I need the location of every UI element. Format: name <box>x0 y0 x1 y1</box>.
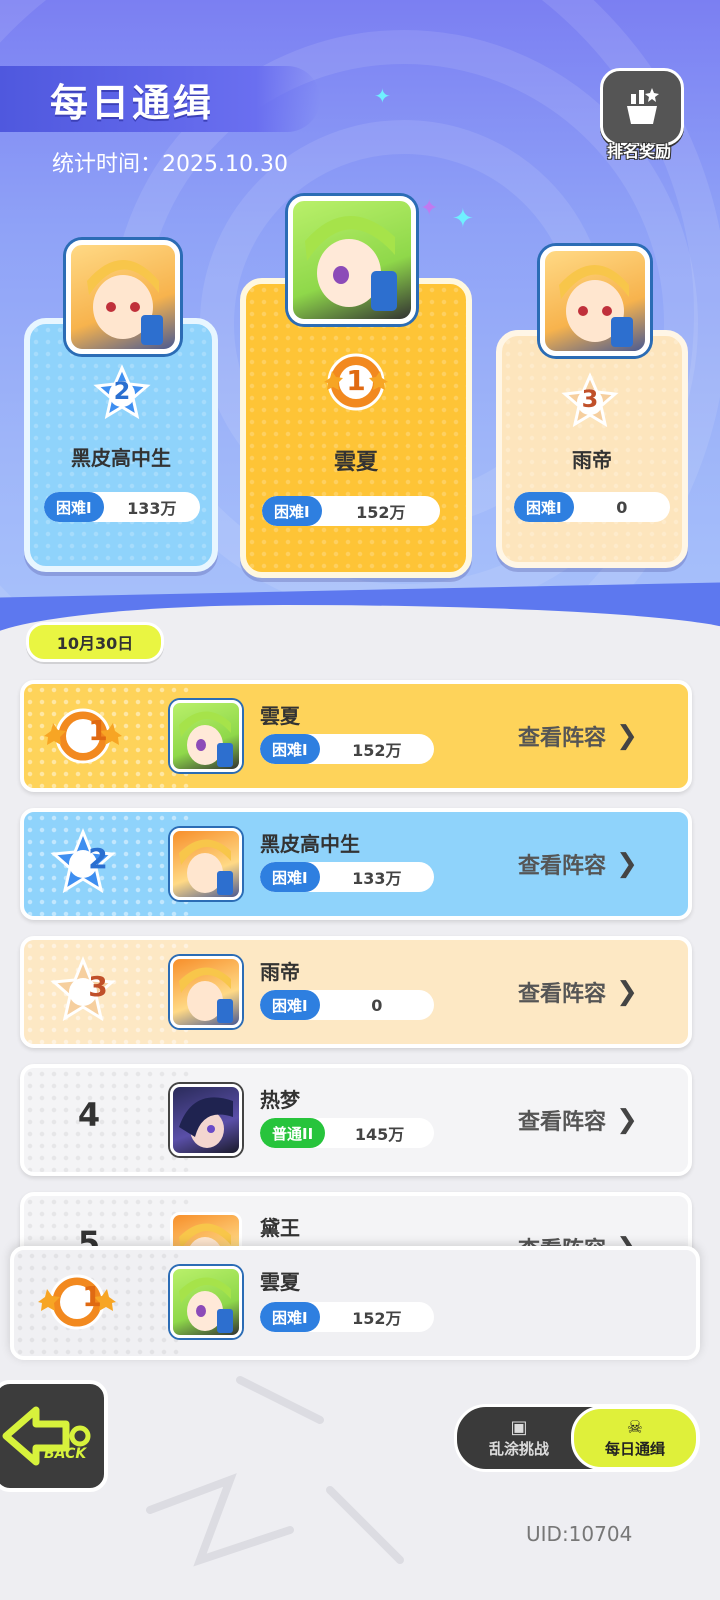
score-pill: 困难I 152万 <box>262 496 440 526</box>
player-name: 黑皮高中生 <box>260 832 360 856</box>
difficulty-tag: 困难I <box>514 492 574 522</box>
player-avatar[interactable] <box>66 240 180 354</box>
rank-number: 4 <box>77 1096 101 1134</box>
background-scribble <box>146 1376 404 1567</box>
player-avatar[interactable] <box>170 700 242 772</box>
player-name: 黛王 <box>260 1216 300 1240</box>
ranking-list[interactable]: 1 雲夏 困难I 152万 查看阵容 ❯ 2 黑皮高中生 困难I 133万 查看… <box>0 672 720 1272</box>
chevron-right-icon: ❯ <box>616 849 638 879</box>
podium-card-rank-2[interactable]: 2 黑皮高中生 困难I 133万 <box>24 318 218 572</box>
score-pill: 困难I 152万 <box>260 734 434 764</box>
difficulty-tag: 困难I <box>260 1302 320 1332</box>
back-button[interactable]: BACK <box>0 1380 108 1492</box>
score-pill: 困难I 0 <box>260 990 434 1020</box>
difficulty-tag: 困难I <box>44 492 104 522</box>
score-value: 152万 <box>352 741 402 760</box>
score-value: 0 <box>616 497 628 517</box>
tab-label: 乱涂挑战 <box>488 1439 549 1458</box>
player-name: 热梦 <box>260 1088 300 1112</box>
view-lineup-label: 查看阵容 <box>518 1110 607 1135</box>
rank-1-number: 1 <box>346 364 366 397</box>
ranking-row-4[interactable]: 4 热梦 普通II 145万 查看阵容 ❯ <box>20 1064 692 1176</box>
rank-3-number: 3 <box>581 385 599 413</box>
player-name: 雲夏 <box>333 450 378 475</box>
view-lineup-label: 查看阵容 <box>518 854 607 879</box>
player-name: 雲夏 <box>260 704 300 728</box>
score-value: 152万 <box>352 1309 402 1328</box>
tab-label: 每日通缉 <box>604 1439 665 1458</box>
player-avatar[interactable] <box>170 1266 242 1338</box>
view-lineup-button[interactable]: 查看阵容 ❯ <box>518 716 638 756</box>
view-lineup-button[interactable]: 查看阵容 ❯ <box>518 1100 638 1140</box>
score-pill: 困难I 133万 <box>44 492 200 522</box>
difficulty-tag: 困难I <box>260 990 320 1020</box>
chevron-right-icon: ❯ <box>616 721 638 751</box>
player-name: 雨帝 <box>572 448 612 472</box>
sparkle-icon: ✦ <box>452 204 474 234</box>
score-value: 133万 <box>127 499 177 518</box>
tab-daily-wanted[interactable]: ☠ 每日通缉 <box>571 1406 699 1470</box>
ranking-reward-button[interactable]: 排名奖励 <box>596 68 684 164</box>
player-name: 雲夏 <box>260 1270 300 1294</box>
player-avatar[interactable] <box>170 828 242 900</box>
view-lineup-label: 查看阵容 <box>518 726 607 751</box>
view-lineup-button[interactable]: 查看阵容 ❯ <box>518 972 638 1012</box>
score-pill: 困难I 0 <box>514 492 670 522</box>
rank-number: 1 <box>88 714 108 747</box>
difficulty-tag: 困难I <box>260 734 320 764</box>
rank-number: 3 <box>88 970 108 1003</box>
mode-tab-bar: ▣ 乱涂挑战 ☠ 每日通缉 <box>454 1404 700 1472</box>
stat-time: 统计时间：2025.10.30 <box>52 152 288 177</box>
gameboy-icon: ▣ <box>510 1416 528 1438</box>
cat-skull-icon: ☠ <box>626 1416 644 1438</box>
player-name: 黑皮高中生 <box>71 446 171 470</box>
date-tag: 10月30日 <box>26 622 164 662</box>
player-avatar[interactable] <box>170 1084 242 1156</box>
player-avatar[interactable] <box>170 956 242 1028</box>
chevron-right-icon: ❯ <box>616 977 638 1007</box>
rank-number: 2 <box>88 842 108 875</box>
view-lineup-label: 查看阵容 <box>518 982 607 1007</box>
ranking-reward-label: 排名奖励 <box>606 142 671 161</box>
tab-doodle-challenge[interactable]: ▣ 乱涂挑战 <box>463 1409 575 1467</box>
player-name: 雨帝 <box>260 960 300 984</box>
page-title: 每日通缉 <box>50 81 215 125</box>
rank-2-number: 2 <box>113 377 131 405</box>
score-value: 145万 <box>354 1125 405 1144</box>
ranking-row-3[interactable]: 3 雨帝 困难I 0 查看阵容 ❯ <box>20 936 692 1048</box>
back-label: BACK <box>44 1446 87 1462</box>
difficulty-tag: 困难I <box>260 862 320 892</box>
score-pill: 普通II 145万 <box>260 1118 434 1148</box>
user-id: UID:10704 <box>526 1522 633 1546</box>
difficulty-tag: 困难I <box>262 496 322 526</box>
podium-trophy-icon <box>600 68 684 146</box>
score-value: 133万 <box>352 869 402 888</box>
back-arrow-icon <box>2 1406 91 1466</box>
podium-card-rank-3[interactable]: 3 雨帝 困难I 0 <box>496 330 688 568</box>
sparkle-icon: ✦ <box>420 196 439 221</box>
player-avatar[interactable] <box>540 246 650 356</box>
difficulty-tag: 普通II <box>260 1118 326 1148</box>
score-value: 152万 <box>356 503 406 522</box>
ranking-row-1[interactable]: 1 雲夏 困难I 152万 查看阵容 ❯ <box>20 680 692 792</box>
player-avatar[interactable] <box>288 196 416 324</box>
my-rank-row[interactable]: 1 雲夏 困难I 152万 <box>10 1246 700 1360</box>
ranking-row-2[interactable]: 2 黑皮高中生 困难I 133万 查看阵容 ❯ <box>20 808 692 920</box>
view-lineup-button[interactable]: 查看阵容 ❯ <box>518 844 638 884</box>
sparkle-icon: ✦ <box>374 84 391 108</box>
score-pill: 困难I 152万 <box>260 1302 434 1332</box>
score-pill: 困难I 133万 <box>260 862 434 892</box>
rank-number: 1 <box>82 1280 102 1313</box>
score-value: 0 <box>371 995 383 1015</box>
chevron-right-icon: ❯ <box>616 1105 638 1135</box>
